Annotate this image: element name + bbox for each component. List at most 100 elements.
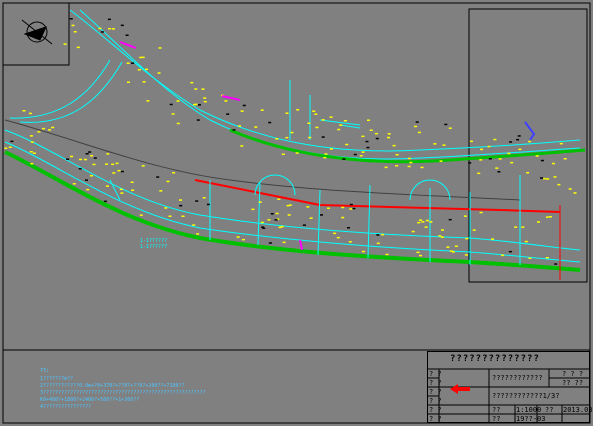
survey-marker [518, 148, 522, 151]
survey-marker [268, 121, 272, 124]
survey-marker [37, 131, 41, 133]
survey-marker [139, 214, 143, 216]
survey-marker [309, 217, 313, 219]
notes-line-4: K0+480?+1800?+2400?+500??+1+360?? [40, 397, 140, 403]
survey-marker [514, 226, 518, 228]
survey-marker [479, 159, 483, 161]
survey-marker [407, 157, 411, 160]
survey-marker [469, 140, 473, 143]
survey-marker [327, 207, 330, 209]
survey-marker [446, 246, 450, 248]
survey-marker [497, 171, 501, 173]
survey-marker [376, 242, 380, 245]
survey-marker [323, 156, 327, 159]
survey-marker [395, 165, 399, 167]
survey-marker [557, 183, 561, 186]
survey-marker [341, 216, 345, 219]
survey-marker [540, 177, 544, 179]
survey-marker [343, 120, 347, 122]
survey-marker [236, 236, 240, 238]
survey-marker [260, 109, 264, 111]
survey-marker [477, 172, 481, 175]
survey-marker [275, 212, 279, 215]
survey-marker [302, 224, 306, 226]
survey-marker [433, 143, 437, 145]
survey-marker [203, 97, 207, 99]
survey-marker [72, 183, 76, 185]
survey-marker [164, 207, 168, 209]
survey-marker [103, 200, 107, 203]
survey-marker [111, 28, 115, 30]
survey-marker [521, 226, 525, 228]
survey-marker [119, 188, 123, 191]
survey-marker [385, 253, 389, 256]
notes-line-5: 4???????????????? [40, 404, 92, 410]
survey-marker [100, 31, 104, 33]
survey-marker [349, 203, 353, 206]
survey-marker [381, 233, 385, 236]
survey-marker [387, 133, 391, 135]
survey-marker [30, 141, 34, 143]
survey-marker [448, 127, 452, 129]
survey-marker [321, 136, 325, 138]
survey-marker [349, 208, 353, 210]
survey-marker [29, 151, 33, 153]
survey-marker [105, 185, 109, 187]
survey-marker [553, 176, 557, 178]
survey-marker [98, 27, 102, 30]
survey-marker [342, 158, 346, 160]
survey-marker [333, 232, 337, 235]
survey-marker [367, 119, 370, 121]
survey-marker [345, 143, 349, 146]
survey-marker [280, 225, 284, 228]
notes-line-1: 1???????m?? [40, 376, 74, 382]
survey-marker [290, 131, 294, 134]
survey-marker [196, 233, 200, 235]
survey-marker [4, 147, 8, 149]
survey-marker [361, 135, 365, 138]
survey-marker [193, 103, 197, 106]
survey-marker [206, 203, 210, 206]
survey-marker [28, 112, 32, 115]
survey-marker [419, 254, 422, 257]
survey-marker [411, 230, 415, 233]
survey-marker [274, 219, 278, 221]
drawing-main-title: ?????????????? [450, 354, 540, 364]
survey-marker [424, 226, 428, 228]
tb-row1-left-b: ? ? [429, 379, 442, 387]
survey-marker [493, 138, 497, 141]
survey-marker [262, 227, 266, 229]
survey-marker [465, 237, 469, 240]
road-alignment [4, 9, 586, 272]
north-arrow-icon [21, 19, 53, 45]
survey-marker [429, 221, 433, 223]
survey-marker [277, 198, 281, 200]
survey-marker [464, 254, 468, 256]
survey-marker [83, 158, 87, 161]
notes-line-2: 2????????????0.0m+?0+370?+??0?+??0?+200?… [40, 383, 185, 389]
survey-marker [416, 251, 420, 254]
survey-marker [366, 146, 370, 149]
survey-marker [240, 110, 244, 112]
survey-marker [442, 144, 446, 146]
survey-marker [258, 201, 262, 203]
survey-marker [448, 218, 452, 221]
survey-marker [130, 181, 134, 183]
tb-row1-right-b: ?? ?? [562, 379, 584, 387]
tb-row1-mid: ???????????? [492, 374, 543, 382]
survey-marker [66, 158, 70, 160]
survey-marker [365, 140, 369, 143]
survey-marker [336, 236, 340, 239]
survey-marker [369, 129, 373, 131]
survey-marker [242, 104, 246, 107]
survey-marker [321, 119, 325, 121]
survey-marker [275, 138, 279, 140]
survey-marker [516, 138, 520, 141]
survey-marker [454, 245, 458, 247]
survey-marker [159, 190, 163, 192]
survey-marker [238, 125, 241, 127]
survey-marker [10, 140, 14, 143]
survey-marker [286, 204, 290, 207]
survey-marker [240, 145, 244, 147]
survey-marker [528, 257, 532, 259]
